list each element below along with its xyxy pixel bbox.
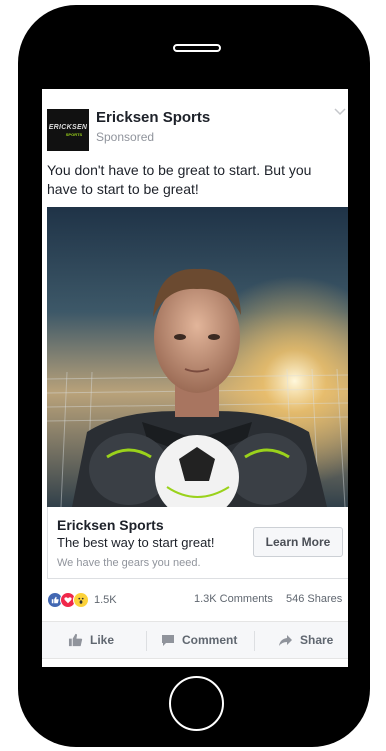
logo-text: ERICKSEN [48, 123, 88, 131]
cta-description: We have the gears you need. [57, 557, 201, 569]
logo-subtext: SPORTS [65, 131, 83, 137]
chevron-down-icon[interactable] [334, 107, 346, 117]
wow-reaction-icon [73, 592, 89, 608]
page-name[interactable]: Ericksen Sports [96, 109, 210, 126]
comments-count[interactable]: 1.3K Comments [194, 593, 273, 605]
cta-title: Ericksen Sports [57, 517, 164, 533]
divider [146, 631, 147, 651]
thumbs-up-icon [68, 633, 83, 647]
reaction-count: 1.5K [94, 594, 117, 606]
like-button[interactable]: Like [68, 622, 114, 658]
share-button[interactable]: Share [278, 622, 333, 658]
comment-button[interactable]: Comment [161, 622, 237, 658]
share-label: Share [300, 633, 334, 647]
like-label: Like [90, 633, 115, 647]
sponsored-label[interactable]: Sponsored [96, 130, 154, 144]
cta-panel[interactable]: Ericksen Sports The best way to start gr… [47, 507, 348, 579]
page-logo[interactable]: ERICKSEN SPORTS [47, 109, 89, 151]
ad-image[interactable] [47, 207, 348, 507]
divider [254, 631, 255, 651]
goalkeeper-photo [47, 207, 348, 507]
phone-frame: ERICKSEN SPORTS Ericksen Sports Sponsore… [18, 5, 370, 747]
reactions-summary[interactable]: 1.5K [47, 591, 117, 609]
comment-label: Comment [182, 633, 238, 647]
phone-speaker [173, 44, 221, 52]
post-card: ERICKSEN SPORTS Ericksen Sports Sponsore… [42, 89, 348, 667]
learn-more-button[interactable]: Learn More [253, 527, 343, 557]
share-arrow-icon [279, 634, 292, 646]
cta-headline: The best way to start great! [57, 535, 215, 550]
home-button[interactable] [169, 676, 224, 731]
action-bar: Like Comment Share [42, 621, 348, 659]
shares-count[interactable]: 546 Shares [286, 593, 342, 605]
comment-icon [162, 634, 174, 646]
post-text: You don't have to be great to start. But… [47, 162, 312, 197]
